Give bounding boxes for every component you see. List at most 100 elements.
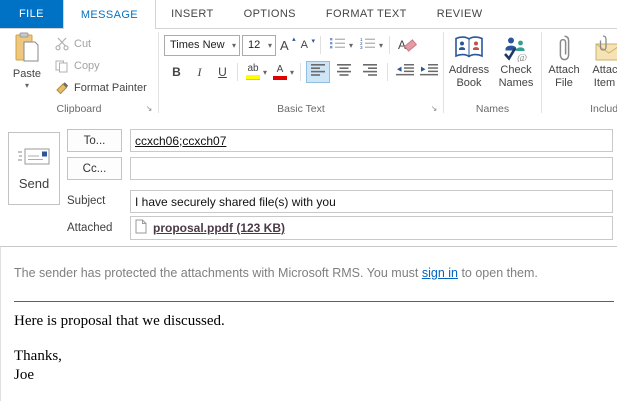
text-highlight-button[interactable]: ab ▾ bbox=[244, 61, 269, 83]
grow-font-button[interactable]: A▴ bbox=[278, 34, 297, 56]
basic-text-group-label: Basic Text bbox=[159, 103, 443, 115]
attached-field[interactable]: proposal.ppdf (123 KB) bbox=[130, 216, 613, 240]
numbering-button[interactable]: 1 2 3 ▾ bbox=[357, 34, 385, 56]
copy-button[interactable]: Copy bbox=[53, 55, 147, 77]
grow-font-label: A bbox=[280, 38, 289, 53]
cut-button[interactable]: Cut bbox=[53, 33, 147, 55]
to-button[interactable]: To... bbox=[67, 129, 122, 152]
highlight-icon: ab bbox=[246, 64, 260, 80]
ribbon: Paste ▾ Cut bbox=[0, 28, 617, 117]
send-label: Send bbox=[19, 176, 49, 191]
copy-label: Copy bbox=[74, 60, 100, 72]
bold-button[interactable]: B bbox=[166, 61, 187, 83]
check-names-icon: @ bbox=[501, 33, 531, 63]
send-icon bbox=[17, 147, 51, 169]
attachment-file-icon bbox=[135, 219, 147, 237]
increase-indent-button[interactable] bbox=[418, 61, 440, 83]
paste-label: Paste bbox=[13, 68, 41, 80]
align-right-icon bbox=[363, 63, 378, 81]
cc-field[interactable] bbox=[130, 157, 613, 180]
chevron-down-icon: ▾ bbox=[290, 68, 294, 77]
message-header: Send To... ccxch06; ccxch07 Cc... Subjec… bbox=[0, 116, 617, 246]
paste-icon bbox=[15, 32, 39, 65]
check-names-label: Check Names bbox=[493, 64, 539, 90]
paste-button[interactable]: Paste ▾ bbox=[5, 32, 49, 106]
recipient[interactable]: ccxch07 bbox=[182, 134, 226, 148]
bullets-button[interactable]: ▾ bbox=[327, 34, 355, 56]
up-arrow-icon: ▴ bbox=[292, 35, 296, 43]
ribbon-group-names: Address Book @ Check Names Names bbox=[444, 28, 541, 116]
italic-button[interactable]: I bbox=[189, 61, 210, 83]
shrink-font-label: A bbox=[301, 39, 308, 51]
clear-formatting-button[interactable]: A bbox=[396, 34, 418, 56]
svg-text:3: 3 bbox=[360, 45, 363, 49]
decrease-indent-icon bbox=[396, 63, 414, 81]
numbering-icon: 1 2 3 bbox=[359, 36, 376, 54]
subject-field[interactable]: I have securely shared file(s) with you bbox=[130, 190, 613, 213]
font-color-button[interactable]: A ▾ bbox=[271, 61, 296, 83]
paste-dropdown-icon: ▾ bbox=[25, 81, 29, 90]
clipboard-small-buttons: Cut Copy bbox=[53, 33, 147, 99]
tab-insert[interactable]: INSERT bbox=[156, 0, 229, 28]
underline-label: U bbox=[214, 65, 231, 79]
chevron-down-icon: ▾ bbox=[379, 41, 383, 50]
increase-indent-icon bbox=[420, 63, 438, 81]
tab-message[interactable]: MESSAGE bbox=[63, 0, 156, 29]
names-group-label: Names bbox=[444, 103, 541, 115]
ribbon-tab-bar: FILE MESSAGE INSERT OPTIONS FORMAT TEXT … bbox=[0, 0, 617, 29]
font-color-icon: A bbox=[273, 65, 287, 80]
chevron-down-icon: ▾ bbox=[232, 41, 236, 50]
sign-in-link[interactable]: sign in bbox=[422, 266, 458, 280]
attachment-link[interactable]: proposal.ppdf (123 KB) bbox=[153, 221, 285, 235]
italic-label: I bbox=[191, 65, 208, 80]
align-left-icon bbox=[311, 63, 326, 81]
address-book-icon bbox=[454, 33, 484, 63]
align-right-button[interactable] bbox=[358, 61, 382, 83]
subject-value: I have securely shared file(s) with you bbox=[135, 195, 336, 209]
underline-button[interactable]: U bbox=[212, 61, 233, 83]
body-line: Thanks, bbox=[14, 348, 603, 365]
tab-file[interactable]: FILE bbox=[0, 0, 63, 28]
separator bbox=[387, 63, 388, 81]
tab-format-text[interactable]: FORMAT TEXT bbox=[311, 0, 422, 28]
align-center-button[interactable] bbox=[332, 61, 356, 83]
font-family-value: Times New bbox=[170, 39, 225, 51]
paperclip-icon bbox=[558, 33, 571, 63]
align-center-icon bbox=[337, 63, 352, 81]
cc-button[interactable]: Cc... bbox=[67, 157, 122, 180]
to-field[interactable]: ccxch06; ccxch07 bbox=[130, 129, 613, 152]
shrink-font-button[interactable]: A▾ bbox=[299, 34, 316, 56]
send-button[interactable]: Send bbox=[8, 132, 60, 205]
attach-item-icon bbox=[593, 33, 617, 63]
include-group-label: Include bbox=[542, 103, 617, 115]
separator bbox=[300, 63, 301, 81]
basic-text-dialog-launcher-icon[interactable]: ↘ bbox=[429, 104, 439, 114]
chevron-down-icon: ▾ bbox=[263, 68, 267, 77]
separator bbox=[389, 36, 390, 54]
down-arrow-icon: ▾ bbox=[312, 37, 316, 45]
format-painter-icon bbox=[53, 82, 70, 95]
decrease-indent-button[interactable] bbox=[394, 61, 416, 83]
separator bbox=[320, 36, 321, 54]
recipient[interactable]: ccxch06 bbox=[135, 134, 179, 148]
font-size-select[interactable]: 12 ▾ bbox=[242, 35, 276, 56]
svg-text:@: @ bbox=[517, 52, 527, 62]
attach-file-label: Attach File bbox=[541, 64, 587, 90]
chevron-down-icon: ▾ bbox=[268, 41, 272, 50]
tab-options[interactable]: OPTIONS bbox=[229, 0, 311, 28]
attached-label: Attached bbox=[67, 222, 112, 234]
ribbon-group-basic-text: Times New ▾ 12 ▾ A▴ A▾ bbox=[159, 28, 443, 116]
subject-label: Subject bbox=[67, 195, 105, 207]
clipboard-dialog-launcher-icon[interactable]: ↘ bbox=[144, 104, 154, 114]
tab-review[interactable]: REVIEW bbox=[422, 0, 498, 28]
ribbon-group-clipboard: Paste ▾ Cut bbox=[0, 28, 158, 116]
copy-icon bbox=[53, 60, 70, 73]
format-painter-button[interactable]: Format Painter bbox=[53, 77, 147, 99]
font-family-select[interactable]: Times New ▾ bbox=[164, 35, 240, 56]
body-divider bbox=[14, 301, 614, 302]
align-left-button[interactable] bbox=[306, 61, 330, 83]
bold-label: B bbox=[168, 65, 185, 79]
outlook-compose-window: FILE MESSAGE INSERT OPTIONS FORMAT TEXT … bbox=[0, 0, 617, 401]
cut-label: Cut bbox=[74, 38, 91, 50]
message-body[interactable]: The sender has protected the attachments… bbox=[0, 246, 617, 401]
